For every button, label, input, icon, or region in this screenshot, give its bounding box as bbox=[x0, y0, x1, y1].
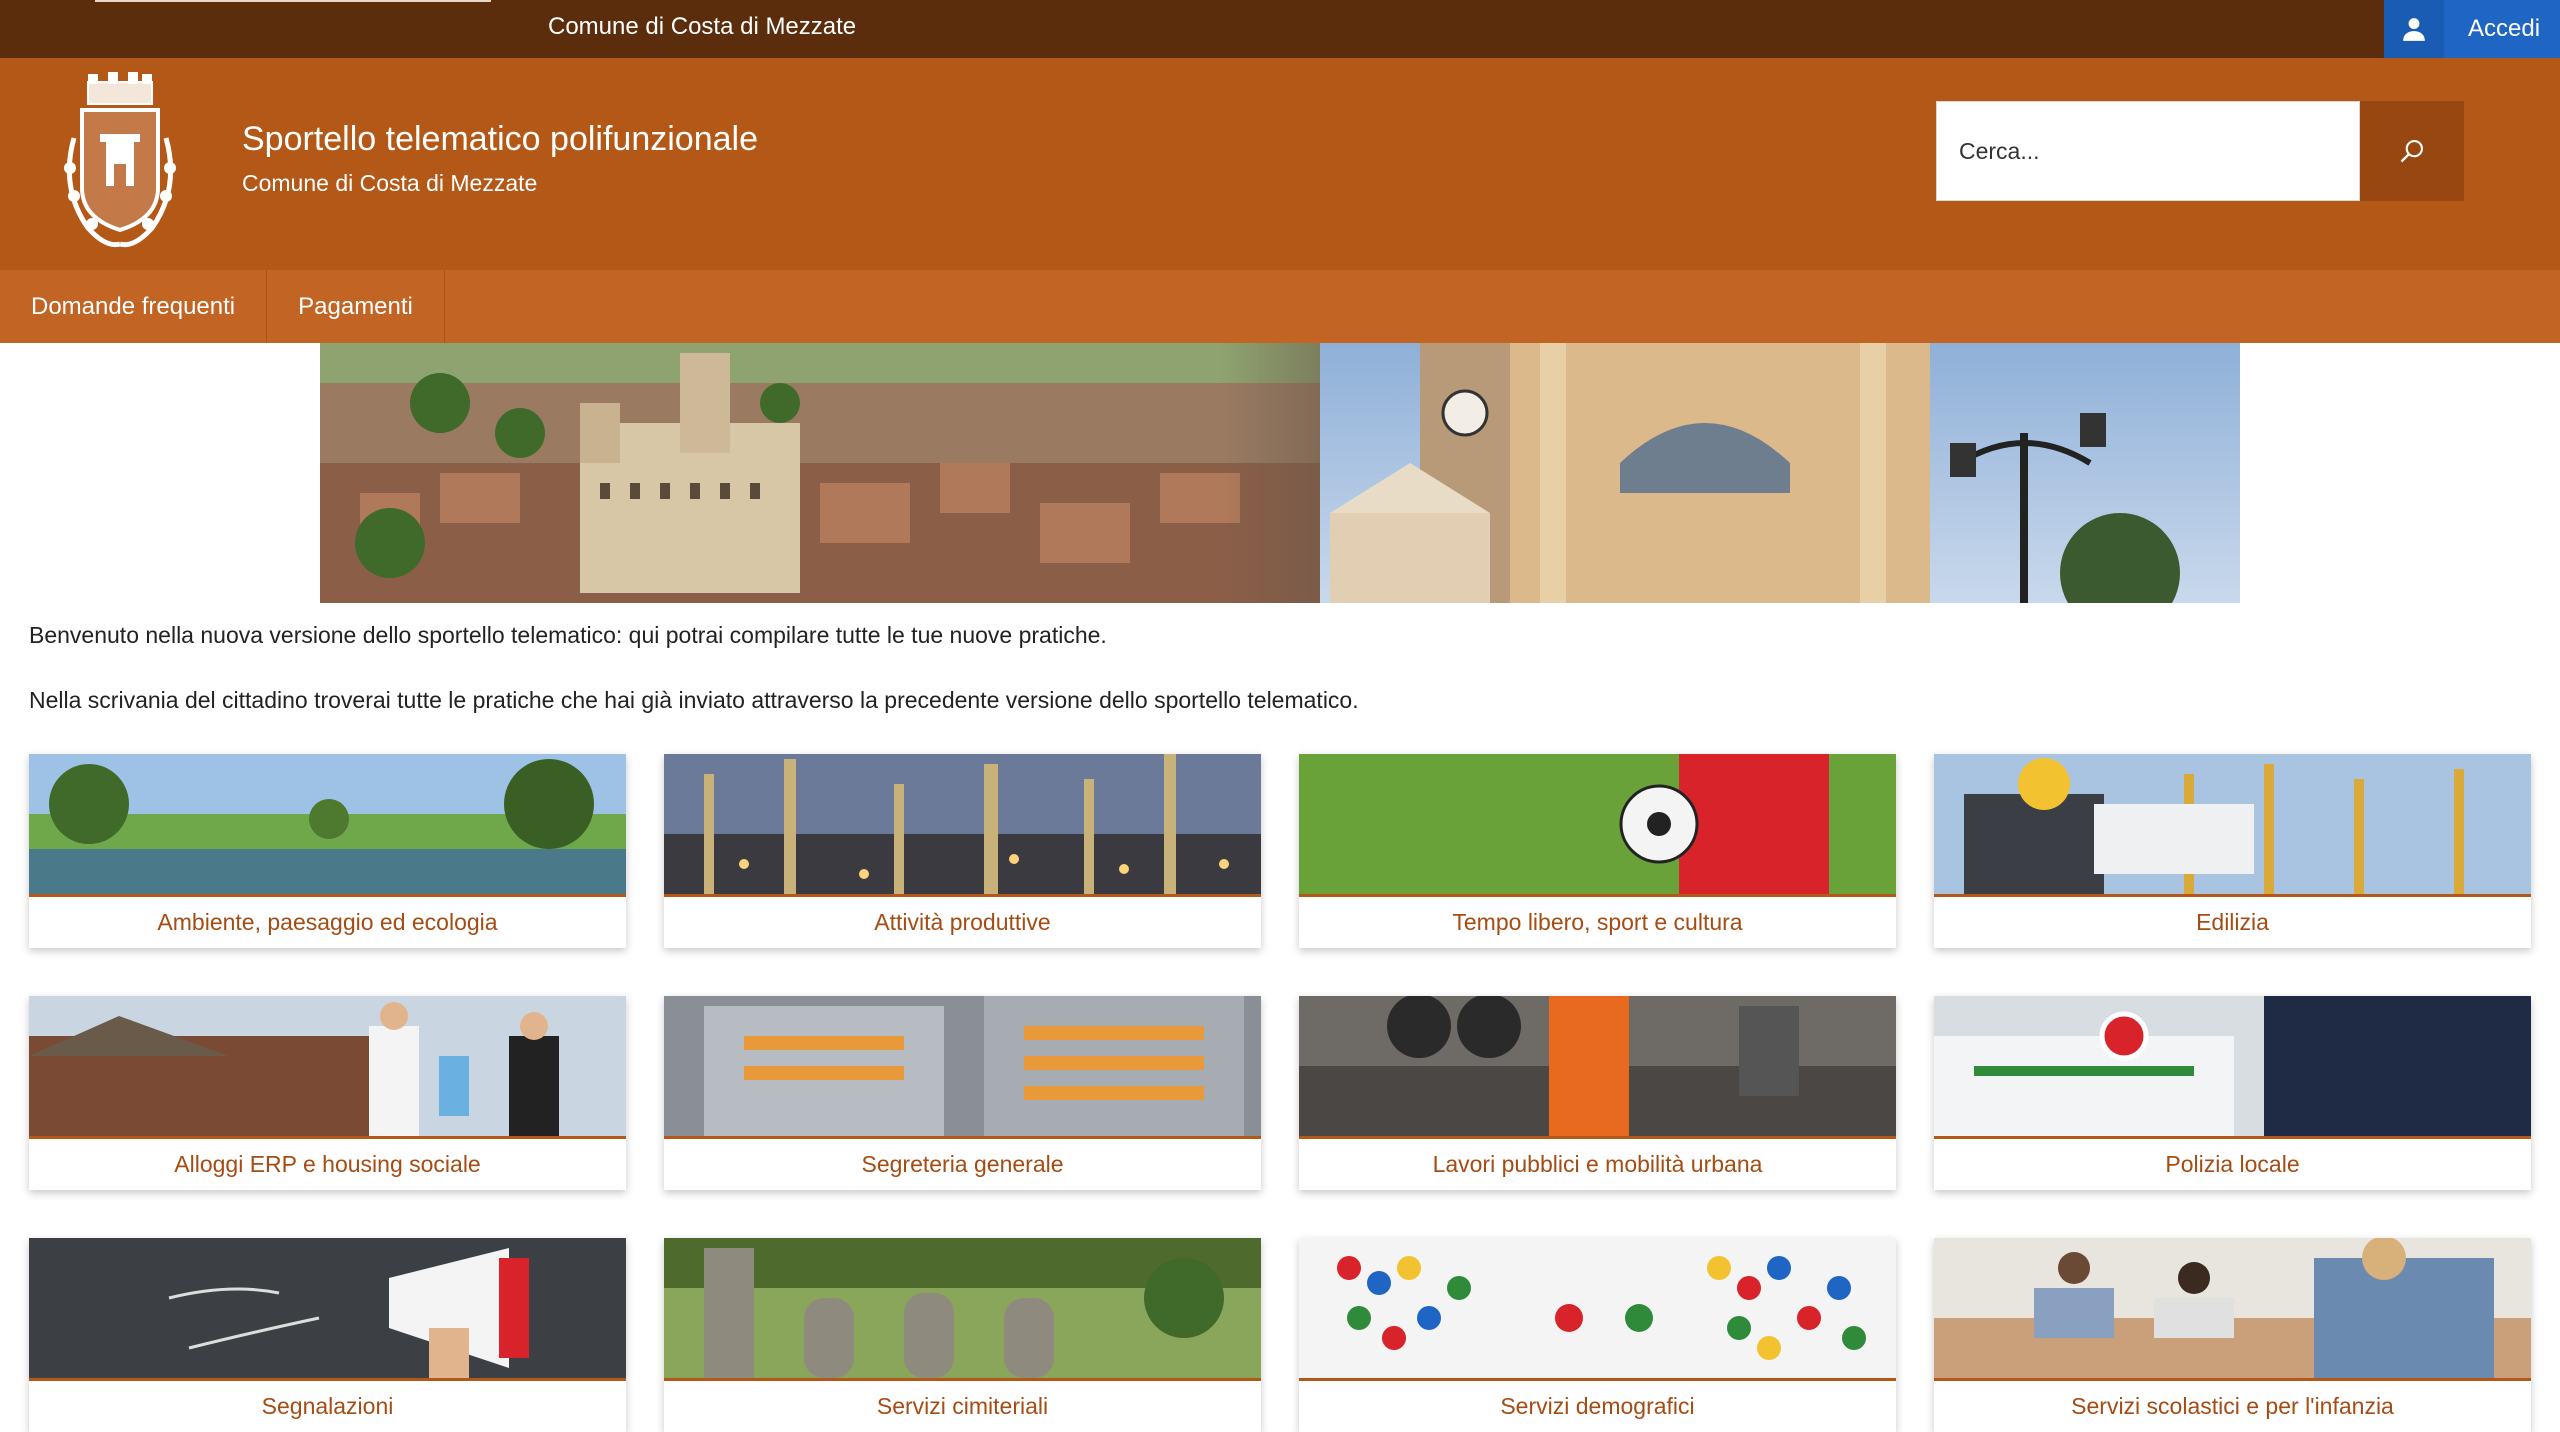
category-card-cimiteriali[interactable]: Servizi cimiteriali bbox=[664, 1238, 1261, 1432]
category-image-ambiente bbox=[29, 754, 626, 894]
site-subtitle: Comune di Costa di Mezzate bbox=[242, 170, 538, 196]
site-header: Sportello telematico polifunzionale Comu… bbox=[0, 58, 2560, 270]
category-label: Servizi demografici bbox=[1500, 1393, 1695, 1419]
nav-item-faq[interactable]: Domande frequenti bbox=[0, 270, 268, 343]
category-image-lavori-pubblici bbox=[1299, 996, 1896, 1136]
category-card-scolastici[interactable]: Servizi scolastici e per l'infanzia bbox=[1934, 1238, 2531, 1432]
hero-banner-image bbox=[320, 343, 2240, 603]
category-image-cimiteriali bbox=[664, 1238, 1261, 1378]
top-bar: Comune di Costa di Mezzate Accedi bbox=[0, 0, 2560, 58]
category-image-edilizia bbox=[1934, 754, 2531, 894]
category-image-scolastici bbox=[1934, 1238, 2531, 1378]
category-image-segnalazioni bbox=[29, 1238, 626, 1378]
search-icon bbox=[2400, 140, 2423, 163]
category-image-polizia bbox=[1934, 996, 2531, 1136]
category-label: Servizi scolastici e per l'infanzia bbox=[2071, 1393, 2394, 1419]
search-input[interactable] bbox=[1936, 101, 2360, 201]
site-title[interactable]: Sportello telematico polifunzionale bbox=[242, 120, 758, 159]
category-label: Servizi cimiteriali bbox=[876, 1393, 1049, 1419]
category-card-ambiente[interactable]: Ambiente, paesaggio ed ecologia bbox=[29, 754, 626, 948]
category-image-attivita-produttive bbox=[664, 754, 1261, 894]
category-label: Polizia locale bbox=[2165, 1151, 2300, 1177]
main-nav: Domande frequenti Pagamenti bbox=[0, 270, 2560, 343]
nav-item-payments[interactable]: Pagamenti bbox=[267, 270, 445, 343]
category-card-polizia[interactable]: Polizia locale bbox=[1934, 996, 2531, 1190]
search-button[interactable] bbox=[2360, 101, 2464, 201]
category-label: Edilizia bbox=[2196, 909, 2269, 935]
category-label: Ambiente, paesaggio ed ecologia bbox=[157, 909, 498, 935]
category-label: Lavori pubblici e mobilità urbana bbox=[1432, 1151, 1763, 1177]
category-card-edilizia[interactable]: Edilizia bbox=[1934, 754, 2531, 948]
intro-text-desk: Nella scrivania del cittadino troverai t… bbox=[29, 687, 1359, 713]
category-image-segreteria bbox=[664, 996, 1261, 1136]
category-card-attivita-produttive[interactable]: Attività produttive bbox=[664, 754, 1261, 948]
top-bar-active-indicator bbox=[95, 0, 491, 2]
category-card-segreteria[interactable]: Segreteria generale bbox=[664, 996, 1261, 1190]
municipal-crest-icon[interactable] bbox=[52, 68, 188, 258]
user-icon bbox=[2384, 0, 2444, 58]
category-card-lavori-pubblici[interactable]: Lavori pubblici e mobilità urbana bbox=[1299, 996, 1896, 1190]
category-label: Alloggi ERP e housing sociale bbox=[174, 1151, 481, 1177]
category-card-alloggi[interactable]: Alloggi ERP e housing sociale bbox=[29, 996, 626, 1190]
category-card-demografici[interactable]: Servizi demografici bbox=[1299, 1238, 1896, 1432]
category-label: Segnalazioni bbox=[261, 1393, 394, 1419]
category-label: Tempo libero, sport e cultura bbox=[1452, 909, 1743, 935]
category-card-tempo-libero[interactable]: Tempo libero, sport e cultura bbox=[1299, 754, 1896, 948]
intro-text-welcome: Benvenuto nella nuova versione dello spo… bbox=[29, 622, 1107, 648]
category-image-demografici bbox=[1299, 1238, 1896, 1378]
category-grid: Ambiente, paesaggio ed ecologia Attività… bbox=[29, 754, 2531, 1432]
category-image-alloggi bbox=[29, 996, 626, 1136]
municipality-link[interactable]: Comune di Costa di Mezzate bbox=[548, 0, 856, 58]
category-label: Segreteria generale bbox=[861, 1151, 1064, 1177]
category-card-segnalazioni[interactable]: Segnalazioni bbox=[29, 1238, 626, 1432]
login-button[interactable]: Accedi bbox=[2384, 0, 2560, 58]
category-label: Attività produttive bbox=[874, 909, 1051, 935]
login-label: Accedi bbox=[2468, 15, 2541, 42]
category-image-tempo-libero bbox=[1299, 754, 1896, 894]
